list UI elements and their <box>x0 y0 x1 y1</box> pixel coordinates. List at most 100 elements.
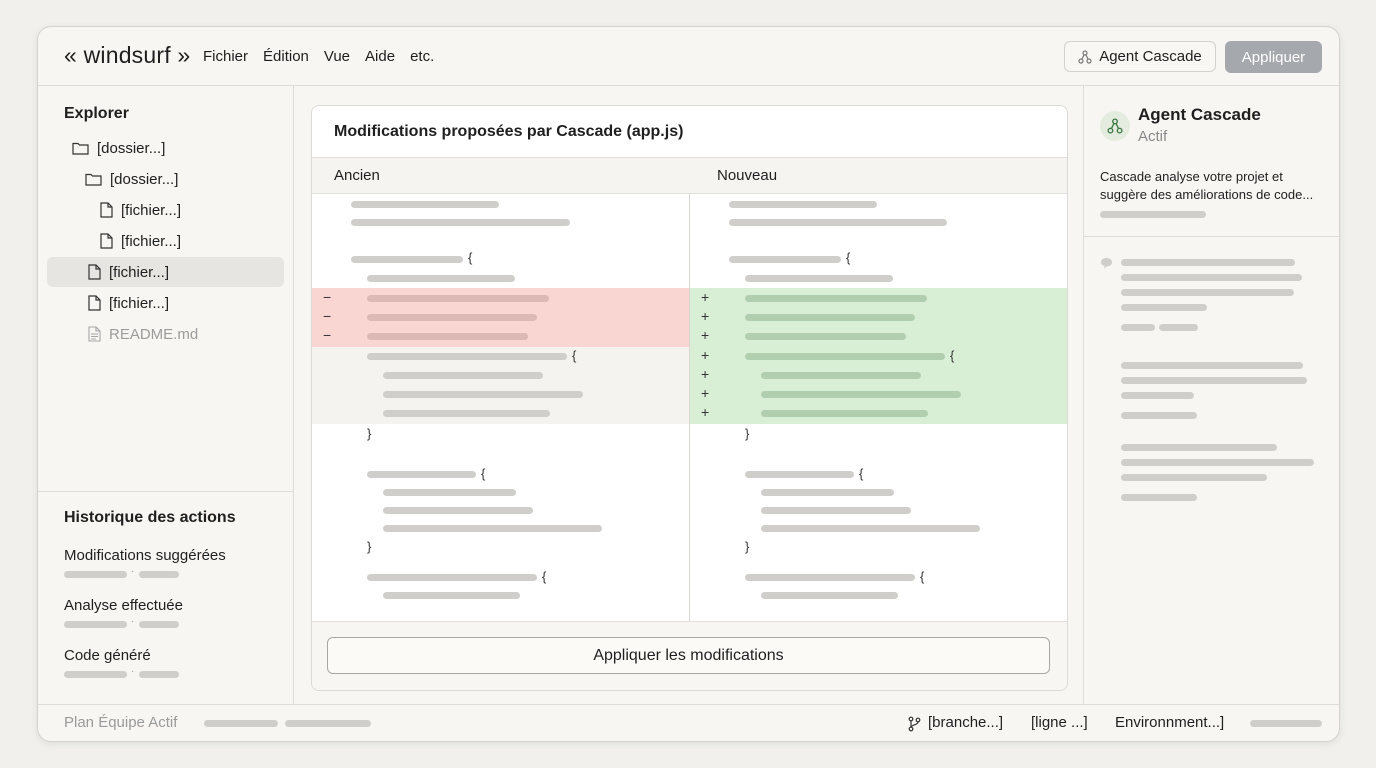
app-brand: « windsurf » <box>64 42 191 68</box>
brace-open: { <box>542 569 547 584</box>
tree-item-file[interactable]: [fichier...] <box>100 226 181 256</box>
code-line-added <box>761 372 921 379</box>
column-divider <box>689 193 690 621</box>
code-line <box>351 256 463 263</box>
diff-title: Modifications proposées par Cascade (app… <box>334 123 684 140</box>
tree-item-file[interactable]: [fichier...] <box>88 288 169 318</box>
menu-item-edition[interactable]: Édition <box>263 48 309 65</box>
code-line <box>761 507 911 514</box>
folder-icon <box>72 142 89 155</box>
agent-icon <box>1107 118 1123 134</box>
chat-line <box>1121 304 1207 311</box>
history-separator: · <box>131 616 135 627</box>
added-sign: + <box>701 385 710 401</box>
menu-item-etc[interactable]: etc. <box>410 48 434 65</box>
chat-line <box>1121 459 1314 466</box>
environment-status[interactable]: Environnment...] <box>1115 714 1224 731</box>
sidebar: Explorer [dossier...] [dossier...] [fich… <box>38 86 294 704</box>
brace-open: { <box>481 466 486 481</box>
menu-bar: Fichier Édition Vue Aide etc. <box>203 48 434 65</box>
code-line <box>367 353 567 360</box>
agent-name: Agent Cascade <box>1138 105 1261 124</box>
chat-line <box>1121 274 1302 281</box>
code-line-added <box>745 333 906 340</box>
menu-item-vue[interactable]: Vue <box>324 48 350 65</box>
menu-item-fichier[interactable]: Fichier <box>203 48 248 65</box>
apply-modifications-button[interactable]: Appliquer les modifications <box>327 637 1050 674</box>
code-line <box>745 275 893 282</box>
branch-status[interactable]: [branche...] <box>928 714 1003 731</box>
placeholder-bar <box>64 571 127 578</box>
action-history: Historique des actions Modifications sug… <box>38 491 293 705</box>
code-line-removed <box>367 295 549 302</box>
chat-line <box>1121 494 1197 501</box>
tree-item-label: [dossier...] <box>97 139 166 157</box>
code-line-added <box>761 410 928 417</box>
menu-item-aide[interactable]: Aide <box>365 48 395 65</box>
tree-item-readme[interactable]: README.md <box>88 319 198 349</box>
placeholder-bar <box>64 621 127 628</box>
brace-open: { <box>572 348 577 363</box>
placeholder-bar <box>139 571 179 578</box>
code-line-removed <box>367 333 528 340</box>
placeholder-bar <box>1250 720 1322 727</box>
placeholder-bar <box>1100 211 1206 218</box>
history-item[interactable]: Analyse effectuée <box>64 597 183 614</box>
code-line-added <box>745 353 945 360</box>
tree-item-label: [fichier...] <box>109 263 170 281</box>
code-line <box>383 489 516 496</box>
history-separator: · <box>131 566 135 577</box>
apply-button[interactable]: Appliquer <box>1225 41 1322 73</box>
history-item[interactable]: Code généré <box>64 647 151 664</box>
file-icon <box>100 202 113 218</box>
code-line <box>383 391 583 398</box>
placeholder-bar <box>139 671 179 678</box>
diff-footer: Appliquer les modifications <box>312 621 1067 690</box>
history-item[interactable]: Modifications suggérées <box>64 547 226 564</box>
diff-card: Modifications proposées par Cascade (app… <box>311 105 1068 691</box>
line-status[interactable]: [ligne ...] <box>1031 714 1088 731</box>
code-line <box>367 471 476 478</box>
file-icon <box>88 264 101 280</box>
added-sign: + <box>701 366 710 382</box>
placeholder-bar <box>204 720 278 727</box>
old-column-label: Ancien <box>334 167 380 184</box>
agent-cascade-button[interactable]: Agent Cascade <box>1064 41 1216 72</box>
brace-open: { <box>859 466 864 481</box>
chat-line <box>1121 377 1307 384</box>
code-line <box>729 201 877 208</box>
removed-sign: − <box>323 327 332 343</box>
code-line-removed <box>367 314 537 321</box>
added-sign: + <box>701 347 710 363</box>
app-window: « windsurf » Fichier Édition Vue Aide et… <box>37 26 1340 742</box>
brace-close: } <box>745 539 750 554</box>
brace-close: } <box>745 426 750 441</box>
folder-icon <box>85 173 102 186</box>
status-bar: Plan Équipe Actif [branche...] [ligne ..… <box>38 704 1339 741</box>
tree-item-label: [fichier...] <box>121 201 182 219</box>
code-line <box>351 201 499 208</box>
code-line <box>383 410 550 417</box>
title-bar: « windsurf » Fichier Édition Vue Aide et… <box>38 27 1339 86</box>
tree-item-file-selected[interactable]: [fichier...] <box>47 257 284 287</box>
chat-line <box>1159 324 1198 331</box>
added-sign: + <box>701 404 710 420</box>
agent-panel: Agent Cascade Actif Cascade analyse votr… <box>1083 86 1339 704</box>
chat-line <box>1121 259 1295 266</box>
placeholder-bar <box>64 671 127 678</box>
code-line <box>383 592 520 599</box>
brace-close: } <box>367 426 372 441</box>
chat-line <box>1121 474 1267 481</box>
placeholder-bar <box>285 720 371 727</box>
code-line <box>383 372 543 379</box>
code-line <box>729 219 947 226</box>
tree-item-file[interactable]: [fichier...] <box>100 195 181 225</box>
chat-line <box>1121 289 1294 296</box>
tree-item-folder[interactable]: [dossier...] <box>72 133 165 163</box>
tree-item-folder[interactable]: [dossier...] <box>85 164 178 194</box>
code-line <box>761 525 980 532</box>
document-icon <box>88 326 101 342</box>
code-line-added <box>761 391 961 398</box>
brace-open: { <box>846 250 851 265</box>
agent-description: Cascade analyse votre projet et suggère … <box>1100 169 1314 202</box>
